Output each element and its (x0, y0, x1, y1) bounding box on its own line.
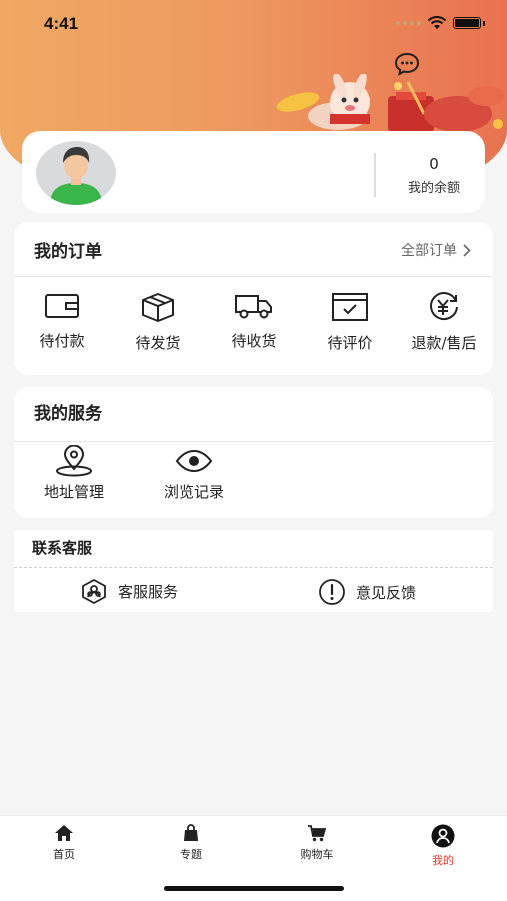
tab-label: 首页 (53, 848, 75, 861)
balance-value[interactable]: 0 (382, 155, 486, 173)
status-icons (396, 16, 485, 30)
profile-card: 0 我的余额 (22, 131, 485, 213)
orders-card: 我的订单 全部订单 待付款 待发货 待收货 待评价 退款/售后 (14, 222, 493, 375)
refund-icon (430, 292, 458, 321)
location-pin-icon (56, 445, 92, 477)
order-item-label: 待收货 (231, 332, 277, 350)
avatar[interactable] (36, 141, 116, 205)
order-pending-review[interactable]: 待评价 (302, 292, 398, 353)
wifi-icon (427, 16, 447, 29)
contact-item-label: 客服服务 (118, 582, 179, 601)
service-item-label: 地址管理 (43, 483, 104, 501)
battery-icon (453, 17, 481, 29)
tab-cart[interactable]: 购物车 (277, 824, 357, 862)
services-card: 我的服务 地址管理 浏览记录 (14, 387, 493, 518)
order-item-label: 待发货 (135, 334, 181, 352)
orders-divider (14, 276, 493, 277)
truck-icon (235, 295, 272, 319)
balance-label[interactable]: 我的余额 (382, 177, 486, 196)
bag-icon (184, 824, 198, 841)
orders-title: 我的订单 (34, 242, 102, 262)
order-pending-shipment[interactable]: 待发货 (110, 292, 206, 353)
status-time: 4:41 (44, 14, 79, 33)
all-orders-label: 全部订单 (401, 243, 457, 259)
eye-icon (175, 449, 213, 473)
tab-mine[interactable]: 我的 (403, 824, 483, 868)
browsing-history[interactable]: 浏览记录 (144, 445, 244, 502)
service-item-label: 浏览记录 (163, 483, 224, 501)
user-icon (431, 824, 455, 848)
order-item-label: 待评价 (327, 334, 373, 352)
home-indicator (164, 886, 344, 891)
contact-card: 联系客服 客服服务 意见反馈 (14, 530, 493, 612)
tab-label: 我的 (432, 854, 454, 867)
feedback-button[interactable]: 意见反馈 (318, 578, 416, 606)
home-icon (55, 825, 73, 841)
services-title: 我的服务 (34, 404, 102, 424)
cart-icon (308, 825, 327, 842)
all-orders-link[interactable]: 全部订单 (401, 240, 471, 260)
order-refund[interactable]: 退款/售后 (396, 292, 492, 353)
services-divider (14, 441, 493, 442)
customer-service-icon (82, 578, 106, 604)
order-pending-payment[interactable]: 待付款 (14, 292, 110, 351)
customer-service-button[interactable]: 客服服务 (80, 578, 178, 604)
order-item-label: 待付款 (39, 332, 85, 350)
tab-label: 购物车 (300, 848, 334, 861)
review-icon (332, 293, 368, 321)
address-management[interactable]: 地址管理 (24, 445, 124, 502)
order-pending-receipt[interactable]: 待收货 (206, 292, 302, 351)
tab-label: 专题 (180, 848, 202, 861)
box-icon (142, 293, 174, 322)
status-bar: 4:41 (0, 0, 507, 50)
tab-home[interactable]: 首页 (24, 824, 104, 862)
contact-title: 联系客服 (32, 539, 93, 557)
wallet-icon (45, 294, 79, 318)
chevron-right-icon (463, 243, 471, 257)
balance-divider (374, 153, 376, 197)
contact-divider (14, 567, 493, 568)
signal-icon (396, 21, 421, 25)
contact-item-label: 意见反馈 (356, 583, 417, 602)
order-item-label: 退款/售后 (411, 334, 477, 352)
festive-banner-decoration (268, 74, 507, 136)
tab-topics[interactable]: 专题 (151, 824, 231, 862)
feedback-icon (319, 579, 345, 605)
